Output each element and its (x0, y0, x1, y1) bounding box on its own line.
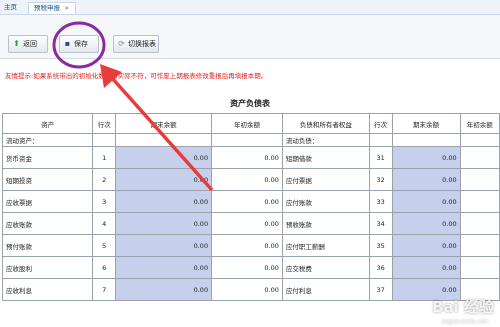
annotation-overlay (52, 21, 214, 192)
highlight-circle (52, 21, 106, 69)
annotation-arrow-shaft (110, 76, 214, 192)
watermark-logo: Bai 经验 (432, 298, 494, 316)
watermark-url: jingyan.baidu.com (441, 319, 488, 325)
